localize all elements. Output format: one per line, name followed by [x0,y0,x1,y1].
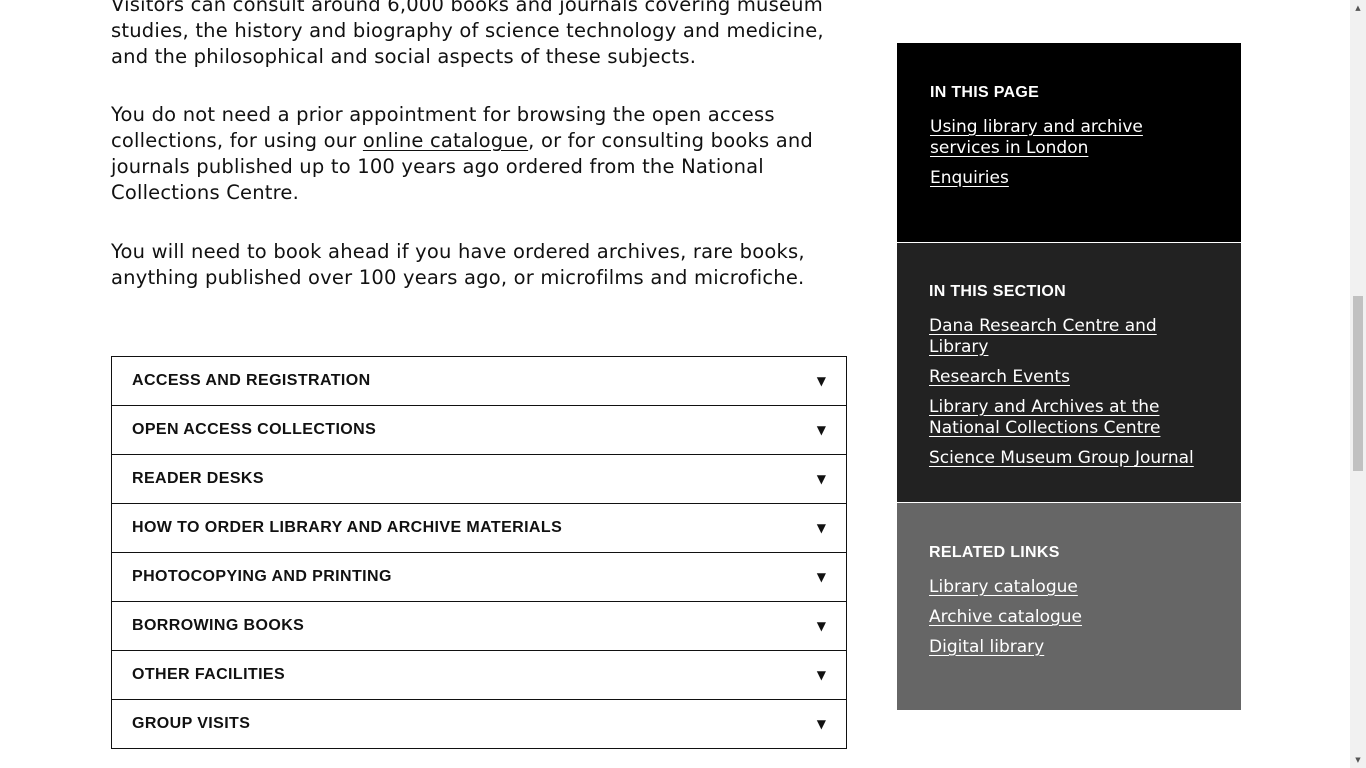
accordion: ACCESS AND REGISTRATION ▼ OPEN ACCESS CO… [111,356,847,749]
accordion-item-reader-desks[interactable]: READER DESKS ▼ [111,455,847,504]
accordion-item-other-facilities[interactable]: OTHER FACILITIES ▼ [111,651,847,700]
accordion-label: READER DESKS [132,470,264,487]
triangle-down-icon: ▼ [816,472,826,486]
scrollbar-thumb[interactable] [1353,296,1363,471]
journal-link[interactable]: Science Museum Group Journal [929,448,1194,468]
triangle-down-icon: ▼ [816,668,826,682]
list-item: Dana Research Centre and Library [929,316,1209,358]
in-this-section-box: IN THIS SECTION Dana Research Centre and… [897,243,1241,502]
appointment-paragraph: You do not need a prior appointment for … [111,102,841,206]
accordion-label: HOW TO ORDER LIBRARY AND ARCHIVE MATERIA… [132,519,563,536]
booking-paragraph: You will need to book ahead if you have … [111,240,805,289]
in-this-page-heading: IN THIS PAGE [930,84,1040,101]
accordion-label: OTHER FACILITIES [132,666,286,683]
library-catalogue-link[interactable]: Library catalogue [929,577,1078,597]
list-item: Library catalogue [929,577,1209,598]
accordion-label: OPEN ACCESS COLLECTIONS [132,421,377,438]
list-item: Research Events [929,367,1209,388]
triangle-down-icon: ▼ [816,423,826,437]
archive-catalogue-link[interactable]: Archive catalogue [929,607,1082,627]
accordion-item-photocopying-printing[interactable]: PHOTOCOPYING AND PRINTING ▼ [111,553,847,602]
online-catalogue-link[interactable]: online catalogue [363,129,528,152]
scroll-up-icon[interactable]: ▲ [1350,0,1366,16]
scroll-down-icon[interactable]: ▼ [1350,752,1366,768]
digital-library-link[interactable]: Digital library [929,637,1044,657]
list-item: Archive catalogue [929,607,1209,628]
related-links-box: RELATED LINKS Library catalogue Archive … [897,503,1241,710]
page: Visitors can consult around 6,000 books … [0,0,1366,768]
accordion-label: GROUP VISITS [132,715,251,732]
intro-paragraph: Visitors can consult around 6,000 books … [111,0,824,68]
accordion-item-open-access-collections[interactable]: OPEN ACCESS COLLECTIONS ▼ [111,406,847,455]
accordion-item-access-registration[interactable]: ACCESS AND REGISTRATION ▼ [111,356,847,406]
triangle-down-icon: ▼ [816,374,826,388]
accordion-item-group-visits[interactable]: GROUP VISITS ▼ [111,700,847,749]
related-links-list: Library catalogue Archive catalogue Digi… [929,577,1209,658]
using-services-link[interactable]: Using library and archive services in Lo… [930,117,1143,158]
triangle-down-icon: ▼ [816,570,826,584]
list-item: Library and Archives at the National Col… [929,397,1209,439]
triangle-down-icon: ▼ [816,619,826,633]
accordion-item-borrowing-books[interactable]: BORROWING BOOKS ▼ [111,602,847,651]
in-this-page-list: Using library and archive services in Lo… [930,117,1209,189]
enquiries-link[interactable]: Enquiries [930,168,1009,188]
accordion-label: ACCESS AND REGISTRATION [132,372,371,389]
sidebar: IN THIS PAGE Using library and archive s… [897,43,1241,710]
list-item: Using library and archive services in Lo… [930,117,1209,159]
list-item: Digital library [929,637,1209,658]
related-links-heading: RELATED LINKS [929,544,1060,561]
list-item: Enquiries [930,168,1209,189]
in-this-section-heading: IN THIS SECTION [929,283,1066,300]
accordion-label: PHOTOCOPYING AND PRINTING [132,568,392,585]
accordion-label: BORROWING BOOKS [132,617,305,634]
triangle-down-icon: ▼ [816,521,826,535]
accordion-item-how-to-order[interactable]: HOW TO ORDER LIBRARY AND ARCHIVE MATERIA… [111,504,847,553]
dana-research-centre-link[interactable]: Dana Research Centre and Library [929,316,1157,357]
triangle-down-icon: ▼ [816,717,826,731]
national-collections-centre-link[interactable]: Library and Archives at the National Col… [929,397,1160,438]
vertical-scrollbar[interactable]: ▲ ▼ [1350,0,1366,768]
in-this-section-list: Dana Research Centre and Library Researc… [929,316,1209,469]
research-events-link[interactable]: Research Events [929,367,1070,387]
list-item: Science Museum Group Journal [929,448,1209,469]
in-this-page-box: IN THIS PAGE Using library and archive s… [897,43,1241,242]
